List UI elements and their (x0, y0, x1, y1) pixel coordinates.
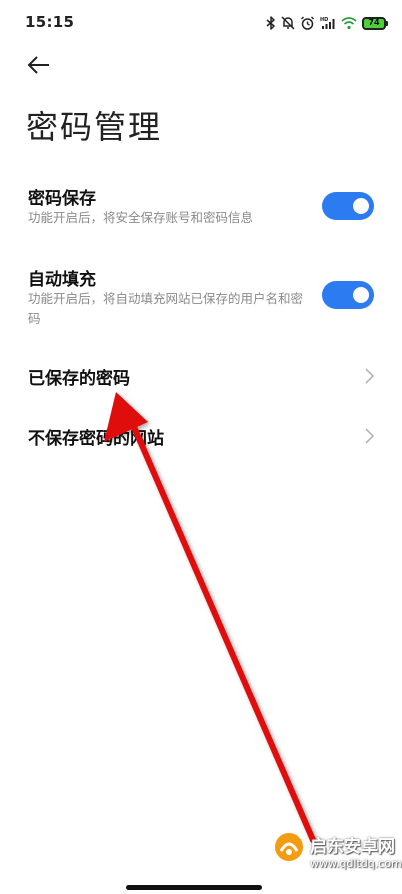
setting-password-save: 密码保存 功能开启后，将安全保存账号和密码信息 (0, 180, 402, 240)
bluetooth-icon (266, 16, 276, 30)
battery-indicator: 74 (362, 16, 388, 30)
setting-title: 密码保存 (28, 189, 96, 209)
watermark-title: 启东安卓网 (310, 837, 395, 857)
status-time: 15:15 (25, 13, 75, 31)
wifi-icon (341, 16, 357, 30)
never-save-sites-item[interactable]: 不保存密码的网站 (0, 410, 402, 462)
chevron-right-icon (365, 368, 375, 388)
nav-label: 已保存的密码 (28, 369, 130, 389)
setting-title: 自动填充 (28, 270, 96, 290)
setting-autofill: 自动填充 功能开启后，将自动填充网站已保存的用户名和密码 (0, 261, 402, 341)
toggle-knob (353, 287, 369, 303)
page-title: 密码管理 (26, 108, 163, 146)
autofill-toggle[interactable] (322, 281, 374, 309)
alarm-icon (300, 16, 315, 30)
home-indicator[interactable] (126, 885, 262, 890)
saved-passwords-item[interactable]: 已保存的密码 (0, 350, 402, 402)
watermark-logo-icon (272, 830, 306, 868)
chevron-right-icon (365, 428, 375, 448)
back-button[interactable] (22, 52, 56, 82)
setting-description: 功能开启后，将安全保存账号和密码信息 (28, 210, 254, 225)
toggle-knob (353, 198, 369, 214)
password-save-toggle[interactable] (322, 192, 374, 220)
nav-label: 不保存密码的网站 (28, 429, 164, 449)
svg-text:HD: HD (320, 17, 328, 23)
status-icons: HD 74 (266, 12, 388, 34)
hd-signal-icon: HD (320, 16, 336, 30)
back-arrow-icon (27, 56, 51, 78)
mute-bell-icon (281, 16, 295, 30)
status-bar: 15:15 HD 74 (0, 0, 402, 46)
setting-description: 功能开启后，将自动填充网站已保存的用户名和密码 (28, 291, 304, 326)
watermark-url: www.qdltdq.com (310, 857, 402, 870)
watermark: 启东安卓网 www.qdltdq.com (270, 826, 402, 888)
